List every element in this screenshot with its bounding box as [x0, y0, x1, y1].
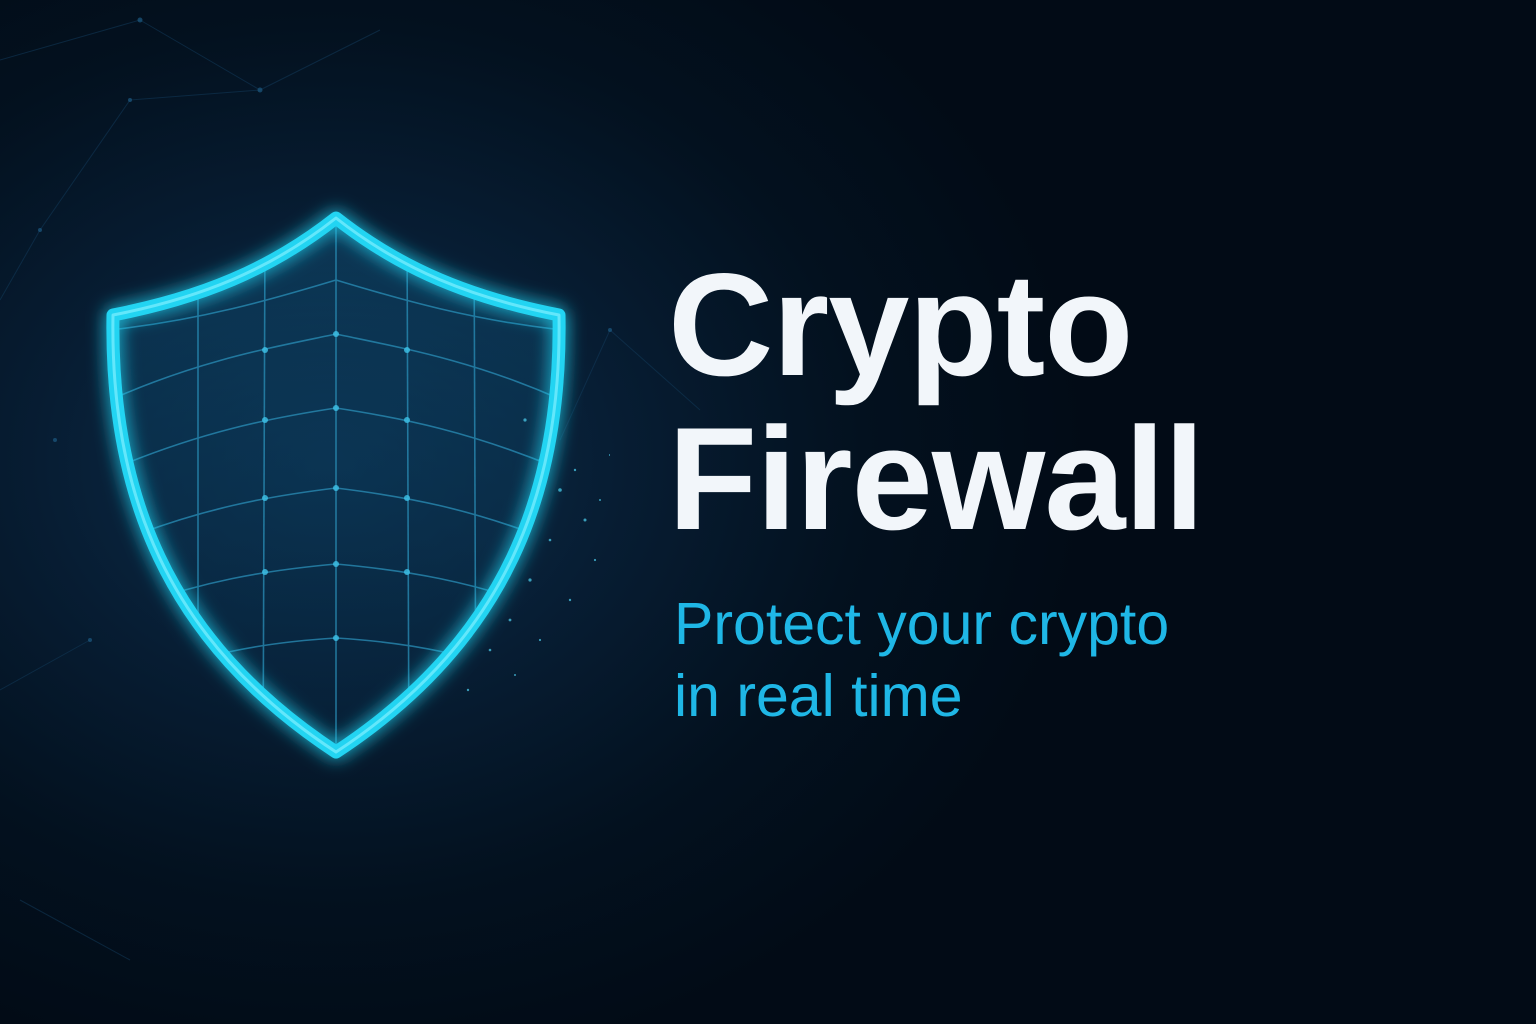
page-title: Crypto Firewall [668, 243, 1205, 560]
shield-icon [106, 211, 610, 759]
title-line-1: Crypto [668, 243, 1133, 406]
tagline: Protect your crypto in real time [674, 588, 1169, 732]
tagline-line-1: Protect your crypto [674, 591, 1170, 657]
title-line-2: Firewall [668, 397, 1205, 560]
hero-banner: Crypto Firewall Protect your crypto in r… [0, 0, 1536, 1024]
tagline-line-2: in real time [674, 663, 963, 729]
